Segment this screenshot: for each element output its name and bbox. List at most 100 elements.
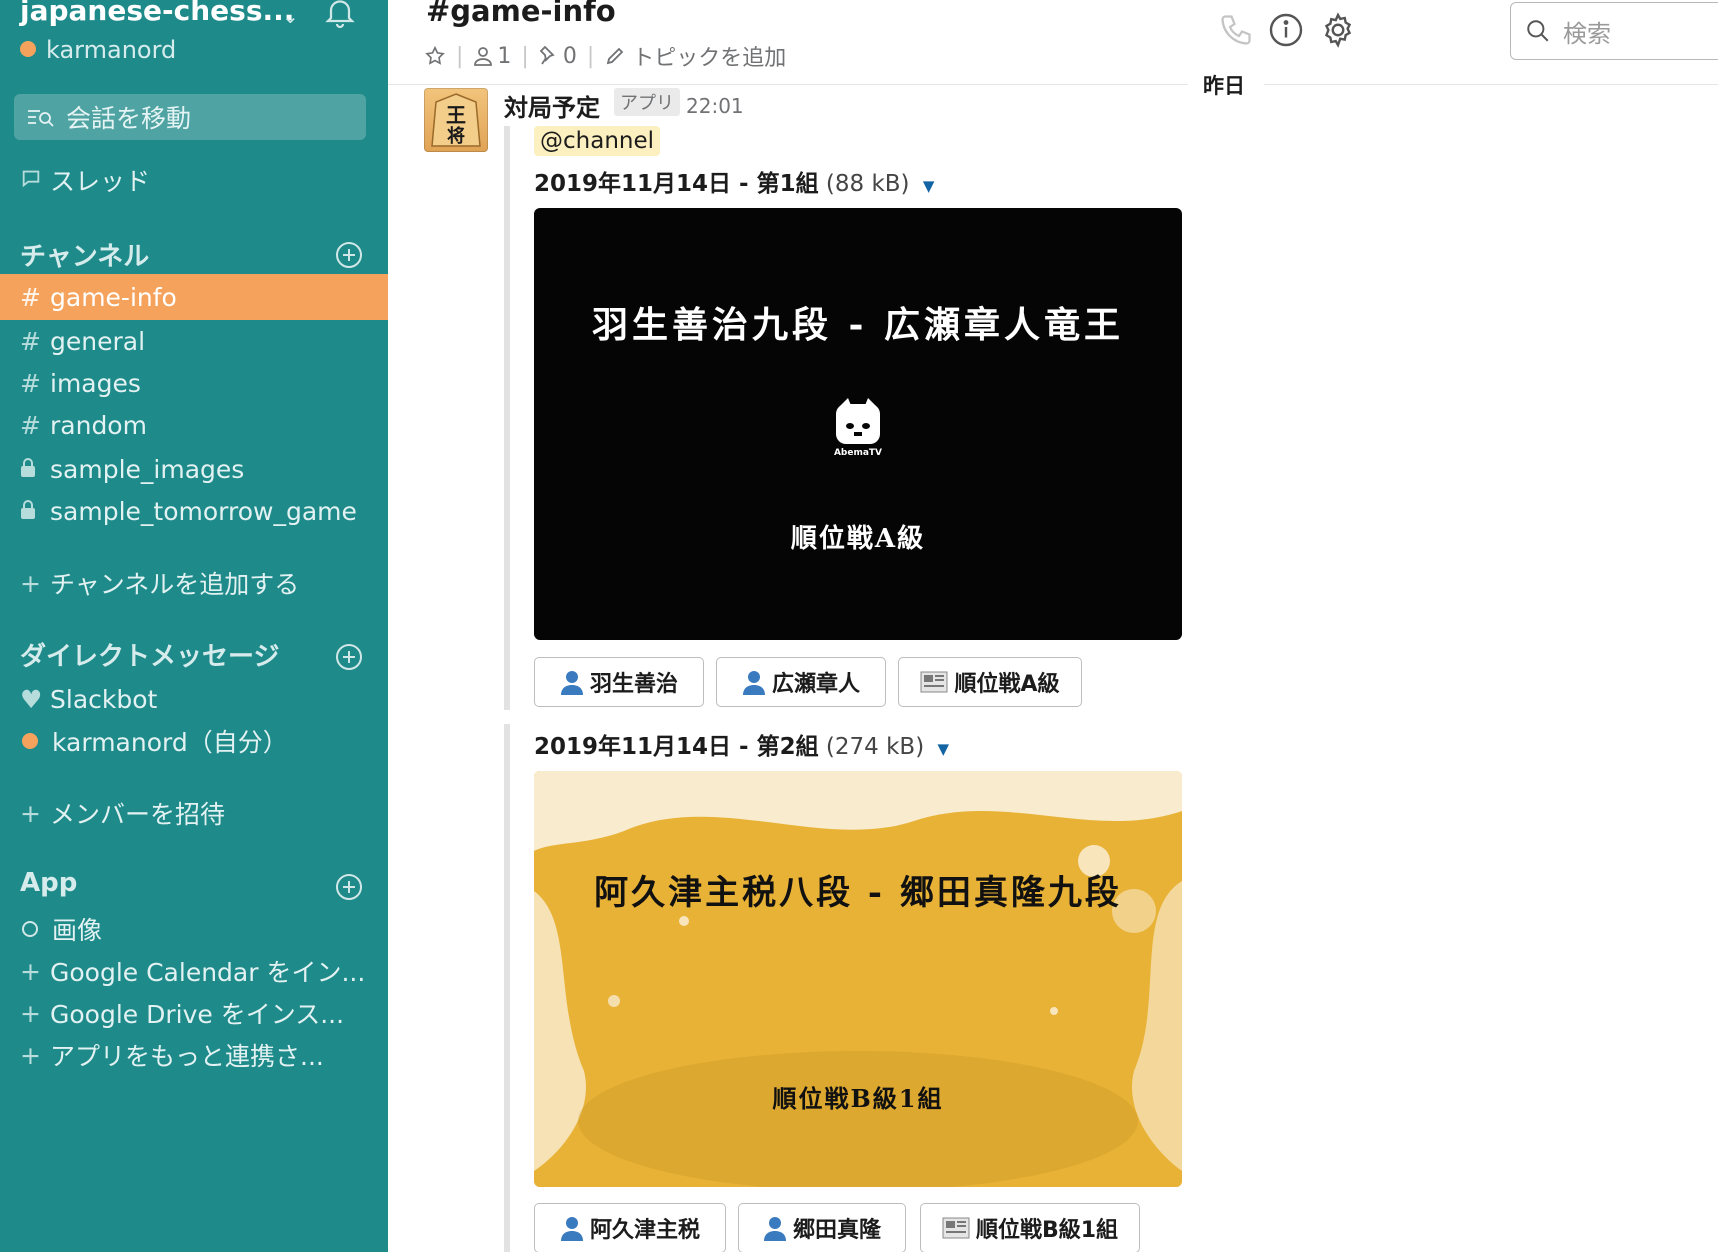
player-button-hirose[interactable]: 広瀬章人 xyxy=(716,657,886,707)
channels-section-title[interactable]: チャンネル xyxy=(20,236,149,273)
meta-separator: | xyxy=(456,43,464,69)
day-divider-label: 昨日 xyxy=(1195,70,1253,100)
dm-section-title[interactable]: ダイレクトメッセージ xyxy=(20,636,279,673)
app-badge: アプリ xyxy=(614,88,680,116)
sidebar-item-sample-tomorrow-game[interactable]: sample_tomorrow_game xyxy=(0,488,388,534)
image-league-text: 順位戦A級 xyxy=(790,524,926,554)
person-icon xyxy=(560,669,584,695)
search-placeholder: 検索 xyxy=(1563,19,1611,48)
lock-icon xyxy=(20,455,50,484)
add-channel-link[interactable]: + チャンネルを追加する xyxy=(0,560,388,606)
channel-name: sample_tomorrow_game xyxy=(50,496,357,526)
channel-mention[interactable]: @channel xyxy=(534,126,661,156)
gear-icon[interactable] xyxy=(1320,12,1356,48)
league-button-a[interactable]: 順位戦A級 xyxy=(898,657,1082,707)
avatar[interactable]: 王 将 xyxy=(424,88,488,152)
button-label: 郷田真隆 xyxy=(792,1218,881,1243)
plus-icon: + xyxy=(20,956,41,986)
channel-title[interactable]: #game-info xyxy=(426,0,616,28)
sidebar-item-random[interactable]: # random xyxy=(0,402,388,448)
player-button-habu[interactable]: 羽生善治 xyxy=(534,657,704,707)
sidebar-item-app-images[interactable]: 画像 xyxy=(0,906,388,952)
message-author[interactable]: 対局予定 xyxy=(504,88,600,123)
attachment-bar xyxy=(504,126,510,710)
sidebar-item-sample-images[interactable]: sample_images xyxy=(0,446,388,492)
presence-active-icon xyxy=(22,733,38,749)
add-topic-button[interactable]: トピックを追加 xyxy=(604,40,786,72)
button-label: 順位戦A級 xyxy=(954,672,1060,697)
jump-search-icon xyxy=(28,110,54,127)
league-button-b1[interactable]: 順位戦B級1組 xyxy=(920,1203,1140,1252)
sidebar-item-google-drive[interactable]: + Google Drive をインス... xyxy=(0,990,388,1036)
channel-hash-icon: # xyxy=(20,368,41,398)
player-button-gouda[interactable]: 郷田真隆 xyxy=(738,1203,906,1252)
presence-away-icon xyxy=(22,921,38,937)
sidebar-item-threads[interactable]: スレッド xyxy=(0,157,388,203)
day-divider-line-right xyxy=(1264,84,1718,85)
members-count[interactable]: 1 xyxy=(473,44,511,69)
jump-to-conversation-button[interactable]: 会話を移動 xyxy=(14,94,366,140)
image-players-text: 羽生善治九段 - 広瀬章人竜王 xyxy=(591,304,1124,346)
sidebar-item-more-apps[interactable]: + アプリをもっと連携さ... xyxy=(0,1032,388,1078)
lock-icon xyxy=(20,497,50,526)
pins-count-value: 0 xyxy=(562,43,577,69)
sidebar-item-google-calendar[interactable]: + Google Calendar をイン... xyxy=(0,948,388,994)
player-button-akutsu[interactable]: 阿久津主税 xyxy=(534,1203,726,1252)
phone-icon[interactable] xyxy=(1218,12,1254,48)
file-size: (88 kB) xyxy=(825,171,910,197)
file-size: (274 kB) xyxy=(825,734,925,760)
current-user: karmanord xyxy=(20,36,176,64)
channel-hash-icon: # xyxy=(20,282,41,312)
invite-members-link[interactable]: + メンバーを招待 xyxy=(0,790,388,836)
add-app-plus-icon[interactable] xyxy=(334,872,364,902)
plus-icon: + xyxy=(20,568,41,598)
sidebar-item-general[interactable]: # general xyxy=(0,318,388,364)
file-image-2[interactable]: 阿久津主税八段 - 郷田真隆九段 順位戦B級1組 xyxy=(534,771,1182,1187)
file-image-1[interactable]: 羽生善治九段 - 広瀬章人竜王 AbemaTV 順位戦A級 xyxy=(534,208,1182,640)
button-label: 順位戦B級1組 xyxy=(975,1218,1119,1243)
search-icon xyxy=(1527,20,1549,42)
threads-icon xyxy=(20,166,50,195)
channel-hash-icon: # xyxy=(20,410,41,440)
button-label: 羽生善治 xyxy=(589,672,678,697)
workspace-name[interactable]: japanese-chess... xyxy=(20,0,294,27)
day-divider-line-left xyxy=(388,84,1188,85)
search-input[interactable]: 検索 xyxy=(1510,2,1718,60)
meta-separator: | xyxy=(586,43,595,69)
channel-meta: | 1 | 0 | トピックを追加 xyxy=(424,40,786,72)
caret-down-icon[interactable]: ▼ xyxy=(937,740,949,758)
add-topic-label: トピックを追加 xyxy=(632,46,787,71)
presence-active-icon xyxy=(20,41,36,57)
newspaper-icon xyxy=(920,670,948,694)
app-name: アプリをもっと連携さ... xyxy=(50,1042,324,1071)
chevron-down-icon[interactable]: ⌄ xyxy=(282,4,299,28)
workspace-header[interactable]: japanese-chess... ⌄ karmanord xyxy=(20,0,370,70)
file-title-2[interactable]: 2019年11月14日 - 第2組 (274 kB) ▼ xyxy=(534,727,949,761)
image-players-text: 阿久津主税八段 - 郷田真隆九段 xyxy=(594,873,1122,913)
sidebar-item-images[interactable]: # images xyxy=(0,360,388,406)
sidebar-item-slackbot[interactable]: ♥ Slackbot xyxy=(0,676,388,722)
bell-icon[interactable] xyxy=(322,0,358,30)
dm-name: karmanord（自分） xyxy=(52,728,288,757)
sidebar-item-game-info[interactable]: # game-info xyxy=(0,274,388,320)
star-icon[interactable] xyxy=(424,45,446,67)
pins-count[interactable]: 0 xyxy=(539,44,577,69)
button-label: 広瀬章人 xyxy=(771,672,860,697)
channel-hash-icon: # xyxy=(20,326,41,356)
avatar-char-2: 将 xyxy=(447,125,465,147)
message-timestamp[interactable]: 22:01 xyxy=(686,94,744,118)
current-user-name: karmanord xyxy=(46,36,177,64)
dm-name: Slackbot xyxy=(50,684,158,714)
add-channel-plus-icon[interactable] xyxy=(334,240,364,270)
button-label: 阿久津主税 xyxy=(589,1218,700,1243)
info-icon[interactable] xyxy=(1268,12,1304,48)
file-title-text: 2019年11月14日 - 第2組 xyxy=(534,734,819,760)
caret-down-icon[interactable]: ▼ xyxy=(923,177,935,195)
attachment-bar xyxy=(504,724,510,1252)
gold-splash-texture xyxy=(534,771,1182,1187)
app-section-title[interactable]: App xyxy=(20,868,77,898)
sidebar-item-karmanord[interactable]: karmanord（自分） xyxy=(0,718,388,764)
channel-name: random xyxy=(50,410,147,440)
file-title-1[interactable]: 2019年11月14日 - 第1組 (88 kB) ▼ xyxy=(534,164,934,198)
add-dm-plus-icon[interactable] xyxy=(334,642,364,672)
